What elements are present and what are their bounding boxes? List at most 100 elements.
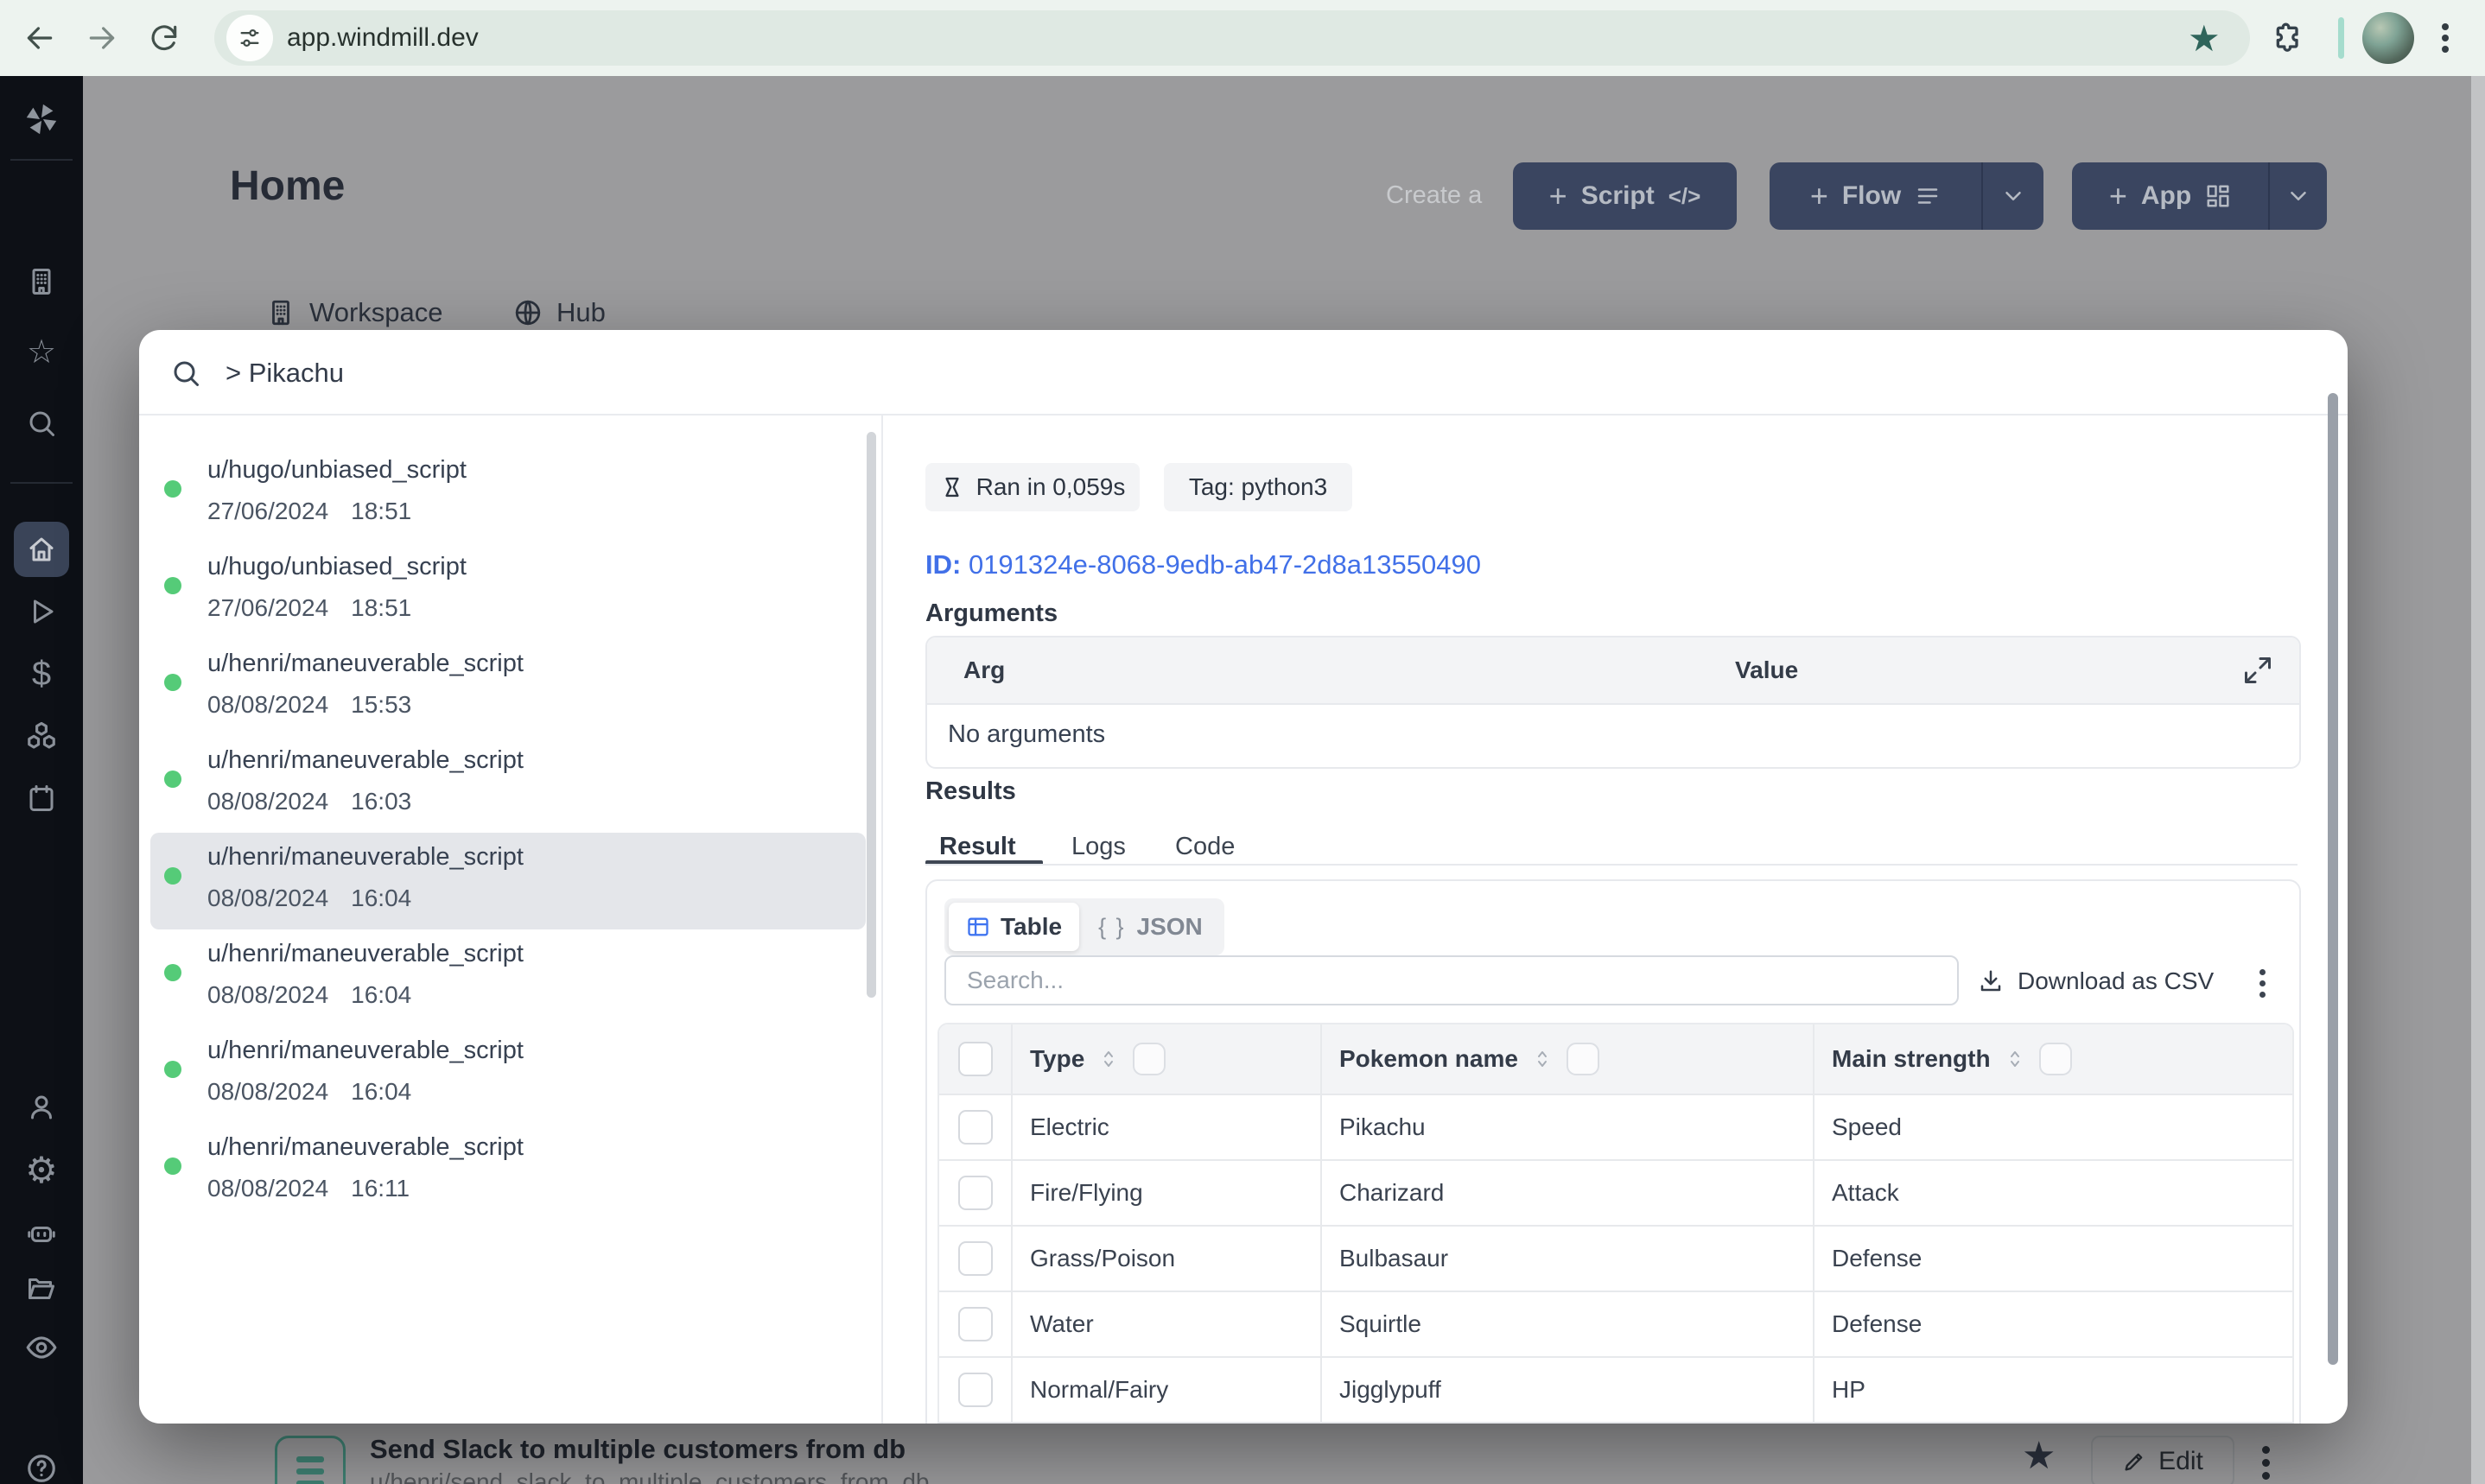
windmill-logo[interactable] [0,95,83,143]
sort-icon[interactable] [1532,1049,1553,1069]
url-bar[interactable]: app.windmill.dev ★ [214,10,2250,66]
back-button[interactable] [16,14,64,62]
row-checkbox[interactable] [957,1110,993,1145]
forward-button[interactable] [78,14,126,62]
plus-icon: + [1548,178,1567,213]
row-checkbox[interactable] [957,1241,993,1276]
sidebar-item-workers[interactable] [0,1208,83,1256]
workspace-building-icon [266,298,296,327]
cell: Pikachu [1322,1095,1814,1159]
browser-menu-icon[interactable] [2442,19,2449,57]
run-list-item[interactable]: u/henri/maneuverable_script 08/08/2024 16… [150,1026,866,1123]
sidebar-item-schedules[interactable] [0,774,83,822]
sidebar-item-runs[interactable] [0,587,83,636]
tab-result[interactable]: Result [939,833,1016,861]
cell: Grass/Poison [1013,1227,1322,1291]
tab-bottom-line [925,864,2298,866]
expand-icon[interactable] [2242,655,2273,686]
run-time: 15:53 [351,691,412,718]
tab-hub[interactable]: Hub [513,297,606,328]
run-list-item[interactable]: u/henri/maneuverable_script 08/08/2024 16… [150,833,866,929]
run-id-link[interactable]: ID: 0191324e-8068-9edb-ab47-2d8a13550490 [925,549,1481,580]
sidebar-item-resources[interactable] [0,712,83,760]
browser-toolbar: app.windmill.dev ★ [0,0,2485,76]
create-script-button[interactable]: + Script </> [1513,162,1737,230]
run-name: u/hugo/unbiased_script [207,456,467,484]
toggle-table-label: Table [1001,913,1063,940]
sidebar-item-favorites[interactable]: ☆ [0,328,83,377]
run-date: 27/06/2024 [207,594,329,621]
table-row[interactable]: Grass/Poison Bulbasaur Defense [939,1227,2292,1292]
edit-button[interactable]: Edit [2091,1436,2234,1484]
chevron-down-icon [2285,183,2311,209]
page-scrollbar[interactable] [2471,76,2485,1484]
sidebar-item-help[interactable] [0,1444,83,1484]
success-dot-icon [164,577,181,594]
result-search-input[interactable] [944,955,1959,1005]
download-csv-button[interactable]: Download as CSV [1978,967,2214,995]
cell: Normal/Fairy [1013,1358,1322,1422]
toolbar-separator [2338,17,2344,59]
sort-icon[interactable] [1098,1049,1119,1069]
run-list-item[interactable]: u/henri/maneuverable_script 08/08/2024 16… [150,1123,866,1220]
cell: Speed [1832,1113,1902,1140]
plus-icon: + [1809,178,1828,213]
list-item-menu-icon[interactable] [2262,1441,2270,1484]
sidebar-item-workspace[interactable] [0,257,83,306]
reload-button[interactable] [140,14,188,62]
sidebar-item-home[interactable] [14,522,69,577]
table-row[interactable]: Water Squirtle Defense [939,1292,2292,1358]
app-dropdown-button[interactable] [2270,183,2327,209]
table-row[interactable]: Fire/Flying Charizard Attack [939,1161,2292,1227]
url-text[interactable]: app.windmill.dev [287,23,479,53]
run-datetime: 08/08/2024 16:04 [207,885,434,912]
favorite-star-icon[interactable]: ★ [2022,1434,2056,1478]
list-item-path: u/henri/send_slack_to_multiple_customers… [370,1468,930,1484]
sidebar-item-variables[interactable]: $ [0,650,83,698]
run-list-scrollbar[interactable] [867,432,876,998]
select-all-checkbox[interactable] [957,1042,993,1076]
run-list-item[interactable]: u/henri/maneuverable_script 08/08/2024 16… [150,736,866,833]
avatar[interactable] [2362,12,2414,64]
value-column-header: Value [1735,656,1799,683]
modal-search-input[interactable]: > Pikachu [226,358,344,389]
run-list-item[interactable]: u/hugo/unbiased_script 27/06/2024 18:51 [150,542,866,639]
tab-workspace[interactable]: Workspace [266,297,443,328]
toggle-json-button[interactable]: { } JSON [1081,903,1220,951]
list-item-title[interactable]: Send Slack to multiple customers from db [370,1434,906,1465]
cell: Jigglypuff [1322,1358,1814,1422]
sidebar-item-search[interactable] [0,399,83,447]
toggle-table-button[interactable]: Table [949,903,1080,951]
bookmark-star-icon[interactable]: ★ [2188,17,2221,60]
sidebar-item-audit[interactable] [0,1323,83,1372]
sidebar-item-settings[interactable]: ⚙ [0,1145,83,1194]
run-list-item[interactable]: u/henri/maneuverable_script 08/08/2024 15… [150,639,866,736]
column-filter-checkbox[interactable] [1566,1043,1599,1075]
tab-logs[interactable]: Logs [1071,833,1126,861]
tab-code[interactable]: Code [1175,833,1235,861]
download-csv-label: Download as CSV [2018,967,2215,994]
table-menu-icon[interactable] [2259,964,2266,1003]
create-app-button[interactable]: + App [2072,162,2327,230]
run-list-item[interactable]: u/henri/maneuverable_script 08/08/2024 16… [150,929,866,1026]
modal-scrollbar[interactable] [2328,393,2338,1365]
column-filter-checkbox[interactable] [1133,1043,1166,1075]
site-settings-button[interactable] [226,15,273,61]
help-icon [25,1452,58,1484]
table-row[interactable]: Electric Pikachu Speed [939,1095,2292,1161]
create-flow-button[interactable]: + Flow [1770,162,2043,230]
flow-dropdown-button[interactable] [1983,183,2043,209]
sidebar-item-users[interactable] [0,1083,83,1132]
extensions-button[interactable] [2264,14,2312,62]
run-list-item[interactable]: u/hugo/unbiased_script 27/06/2024 18:51 [150,446,866,542]
row-checkbox[interactable] [957,1176,993,1210]
run-name: u/henri/maneuverable_script [207,650,524,677]
row-checkbox[interactable] [957,1373,993,1407]
run-id-label: ID: [925,549,962,580]
table-row[interactable]: Normal/Fairy Jigglypuff HP [939,1358,2292,1424]
column-filter-checkbox[interactable] [2038,1043,2072,1075]
sort-icon[interactable] [2005,1049,2025,1069]
sidebar-item-folders[interactable] [0,1265,83,1313]
row-checkbox[interactable] [957,1307,993,1341]
run-name: u/henri/maneuverable_script [207,1133,524,1161]
